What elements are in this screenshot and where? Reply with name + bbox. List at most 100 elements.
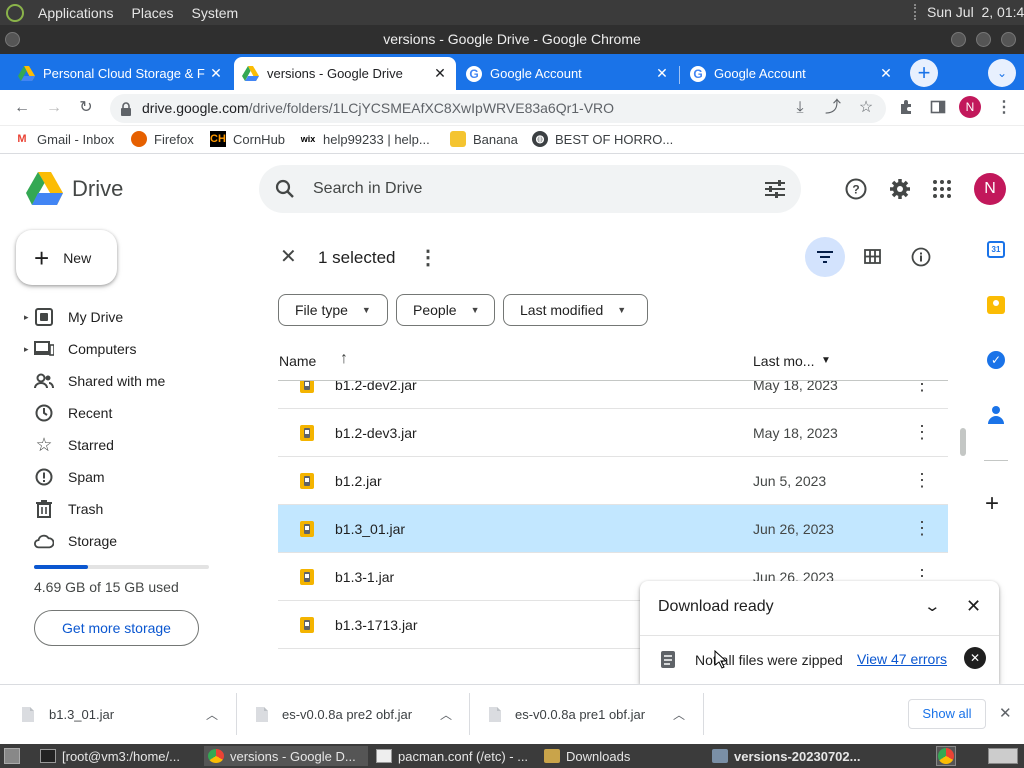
row-more-icon[interactable]: ⋮ [913, 470, 931, 491]
bookmark-best-of-horror[interactable]: ◍ BEST OF HORRO... [532, 131, 673, 147]
sort-descending-arrow-icon[interactable]: ▼ [821, 355, 831, 366]
clock[interactable]: Sun Jul 2, 01:46 [927, 4, 1024, 20]
download-item[interactable]: es-v0.0.8a pre2 obf.jar ︿ [256, 685, 466, 743]
nav-spam[interactable]: Spam [0, 461, 250, 493]
column-last-modified[interactable]: Last mo... [753, 353, 814, 369]
filter-people[interactable]: People ▼ [396, 294, 495, 326]
download-item[interactable]: b1.3_01.jar ︿ [22, 685, 232, 743]
clear-selection-icon[interactable]: ✕ [280, 244, 297, 269]
back-icon[interactable]: ← [12, 98, 32, 118]
file-row[interactable]: b1.2-dev2.jar May 18, 2023 ⋮ [278, 381, 948, 409]
row-more-icon[interactable]: ⋮ [913, 422, 931, 443]
filter-file-type[interactable]: File type ▼ [278, 294, 388, 326]
bookmark-gmail[interactable]: M Gmail - Inbox [14, 131, 114, 147]
tray-chrome-icon[interactable] [936, 746, 956, 766]
search-icon[interactable] [275, 179, 295, 199]
task-versions-zip[interactable]: versions-20230702... [708, 746, 872, 766]
tab-personal-cloud[interactable]: Personal Cloud Storage & F ✕ [10, 57, 232, 90]
bookmark-help99233[interactable]: wix help99233 | help... [300, 131, 430, 147]
system-logo-icon[interactable] [6, 3, 24, 22]
bookmark-firefox[interactable]: Firefox [131, 131, 194, 147]
menu-applications[interactable]: Applications [32, 5, 120, 21]
show-desktop-icon[interactable] [4, 748, 20, 764]
account-avatar[interactable]: N [974, 173, 1006, 205]
show-all-button[interactable]: Show all [908, 699, 986, 729]
search-options-icon[interactable] [765, 180, 785, 198]
file-row[interactable]: b1.2-dev3.jar May 18, 2023 ⋮ [278, 409, 948, 457]
apps-grid-icon[interactable] [933, 180, 951, 198]
expand-caret-icon[interactable]: ▸ [24, 312, 32, 323]
scrollbar-thumb[interactable] [960, 428, 966, 456]
close-tab-icon[interactable]: ✕ [432, 65, 448, 82]
maximize-icon[interactable] [976, 32, 991, 47]
tab-search-button[interactable]: ⌄ [988, 59, 1016, 87]
row-more-icon[interactable]: ⋮ [913, 381, 931, 395]
download-options-chevron-icon[interactable]: ︿ [206, 706, 218, 723]
nav-recent[interactable]: Recent [0, 397, 250, 429]
row-more-icon[interactable]: ⋮ [913, 518, 931, 539]
toast-close-icon[interactable]: ✕ [966, 596, 981, 617]
forward-icon[interactable]: → [44, 98, 64, 118]
nav-storage[interactable]: Storage [0, 525, 250, 557]
error-dismiss-icon[interactable]: ✕ [964, 647, 986, 669]
workspace-switcher[interactable] [988, 748, 1018, 764]
download-item[interactable]: es-v0.0.8a pre1 obf.jar ︿ [489, 685, 699, 743]
calendar-icon[interactable]: 31 [987, 241, 1005, 258]
sort-ascending-icon[interactable]: ↑ [340, 350, 348, 368]
extensions-icon[interactable] [898, 99, 914, 115]
task-terminal[interactable]: [root@vm3:/home/... [36, 746, 200, 766]
nav-my-drive[interactable]: ▸ My Drive [0, 301, 250, 333]
file-row-selected[interactable]: b1.3_01.jar Jun 26, 2023 ⋮ [278, 505, 948, 553]
address-bar[interactable]: drive.google.com/drive/folders/1LCjYCSME… [110, 94, 886, 123]
close-tab-icon[interactable]: ✕ [208, 65, 224, 82]
contacts-icon[interactable] [988, 406, 1004, 424]
reload-icon[interactable]: ↻ [76, 98, 96, 118]
bookmark-cornhub[interactable]: CH CornHub [210, 131, 285, 147]
task-downloads[interactable]: Downloads [540, 746, 704, 766]
menu-system[interactable]: System [186, 5, 245, 21]
grid-view-icon[interactable] [864, 249, 881, 264]
profile-avatar[interactable]: N [959, 96, 981, 118]
get-more-storage-button[interactable]: Get more storage [34, 610, 199, 646]
search-bar[interactable]: Search in Drive [259, 165, 801, 213]
new-tab-button[interactable]: + [910, 59, 938, 87]
share-icon[interactable]: ⤴ [823, 98, 843, 118]
new-button[interactable]: + New [16, 230, 117, 285]
nav-trash[interactable]: Trash [0, 493, 250, 525]
tab-versions[interactable]: versions - Google Drive ✕ [234, 57, 456, 90]
nav-shared-with-me[interactable]: Shared with me [0, 365, 250, 397]
settings-gear-icon[interactable] [889, 178, 911, 200]
bookmark-banana[interactable]: Banana [450, 131, 518, 147]
close-tab-icon[interactable]: ✕ [654, 65, 670, 82]
close-window-icon[interactable] [1001, 32, 1016, 47]
more-actions-icon[interactable]: ⋮ [418, 245, 438, 270]
bookmark-star-icon[interactable]: ☆ [856, 98, 876, 118]
help-icon[interactable]: ? [845, 178, 867, 200]
info-icon[interactable] [911, 247, 931, 267]
keep-icon[interactable] [987, 296, 1005, 314]
file-row[interactable]: b1.2.jar Jun 5, 2023 ⋮ [278, 457, 948, 505]
search-input[interactable]: Search in Drive [313, 180, 422, 198]
close-tab-icon[interactable]: ✕ [878, 65, 894, 82]
filter-last-modified[interactable]: Last modified ▼ [503, 294, 648, 326]
tasks-icon[interactable]: ✓ [987, 351, 1005, 369]
task-chrome[interactable]: versions - Google D... [204, 746, 368, 766]
filter-toggle-button[interactable] [805, 237, 845, 277]
chrome-menu-icon[interactable]: ⋮ [994, 98, 1014, 118]
menu-places[interactable]: Places [126, 5, 180, 21]
nav-starred[interactable]: ☆ Starred [0, 429, 250, 461]
download-options-chevron-icon[interactable]: ︿ [673, 706, 685, 723]
tab-google-account-2[interactable]: G Google Account ✕ [682, 57, 902, 90]
add-addon-icon[interactable]: + [985, 490, 999, 518]
window-menu-icon[interactable] [5, 32, 20, 47]
side-panel-icon[interactable] [930, 99, 946, 115]
nav-computers[interactable]: ▸ Computers [0, 333, 250, 365]
collapse-chevron-icon[interactable]: ⌄ [923, 597, 941, 615]
tab-google-account-1[interactable]: G Google Account ✕ [458, 57, 678, 90]
task-pacman-conf[interactable]: pacman.conf (/etc) - ... [372, 746, 536, 766]
window-titlebar[interactable]: versions - Google Drive - Google Chrome [0, 25, 1024, 54]
download-options-chevron-icon[interactable]: ︿ [440, 706, 452, 723]
install-icon[interactable]: ⤓ [790, 98, 810, 118]
column-name[interactable]: Name [279, 353, 316, 369]
expand-caret-icon[interactable]: ▸ [24, 344, 32, 355]
